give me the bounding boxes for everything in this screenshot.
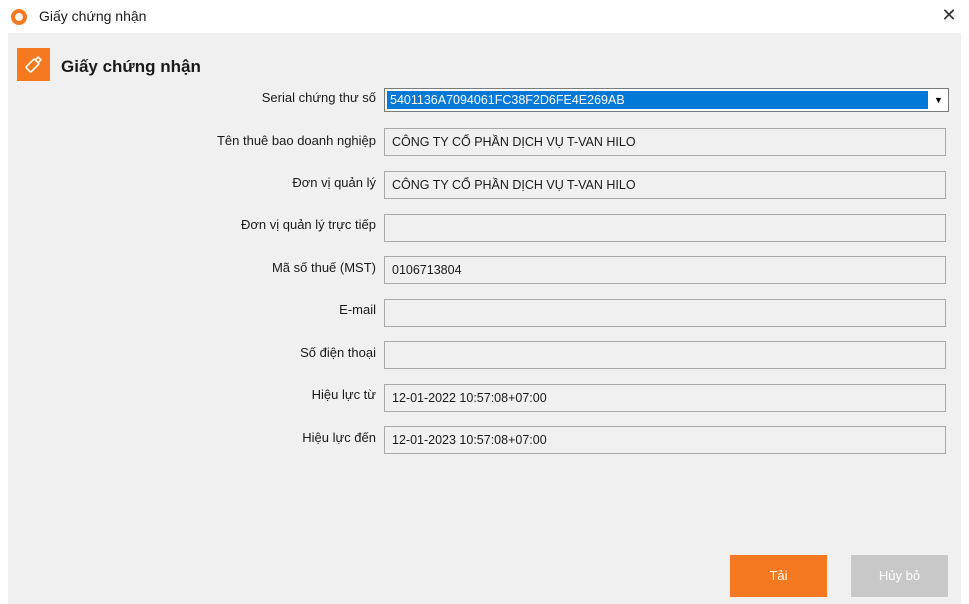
direct-org-label: Đơn vị quản lý trực tiếp: [240, 217, 376, 232]
close-button[interactable]: ✕: [929, 0, 969, 33]
org-field: CÔNG TY CỔ PHẦN DỊCH VỤ T-VAN HILO: [384, 171, 946, 199]
phone-field: [384, 341, 946, 369]
valid-to-field: 12-01-2023 10:57:08+07:00: [384, 426, 946, 454]
tax-code-field: 0106713804: [384, 256, 946, 284]
valid-from-label: Hiệu lực từ: [311, 387, 376, 402]
window-title: Giấy chứng nhận: [39, 8, 147, 24]
phone-label: Số điện thoại: [300, 345, 376, 360]
email-label: E-mail: [339, 302, 376, 317]
cancel-button[interactable]: Hủy bỏ: [851, 555, 948, 597]
page-title: Giấy chứng nhận: [61, 57, 201, 76]
tax-code-label: Mã số thuế (MST): [271, 260, 376, 275]
serial-label: Serial chứng thư số: [261, 90, 376, 105]
subscriber-label: Tên thuê bao doanh nghiệp: [216, 133, 376, 148]
valid-to-label: Hiệu lực đến: [302, 430, 376, 445]
direct-org-field: [384, 214, 946, 242]
serial-selected-value: 5401136A7094061FC38F2D6FE4E269AB: [387, 91, 928, 109]
usb-token-icon: [17, 48, 50, 81]
email-field: [384, 299, 946, 327]
valid-from-field: 12-01-2022 10:57:08+07:00: [384, 384, 946, 412]
dialog-body: Giấy chứng nhận Serial chứng thư số 5401…: [8, 33, 961, 604]
app-logo-icon: [11, 9, 27, 25]
chevron-down-icon[interactable]: ▼: [930, 90, 947, 110]
load-button[interactable]: Tải: [730, 555, 827, 597]
title-bar: Giấy chứng nhận ✕: [0, 0, 969, 33]
serial-dropdown[interactable]: 5401136A7094061FC38F2D6FE4E269AB ▼: [384, 88, 949, 112]
subscriber-field: CÔNG TY CỔ PHẦN DỊCH VỤ T-VAN HILO: [384, 128, 946, 156]
org-label: Đơn vị quản lý: [292, 175, 376, 190]
